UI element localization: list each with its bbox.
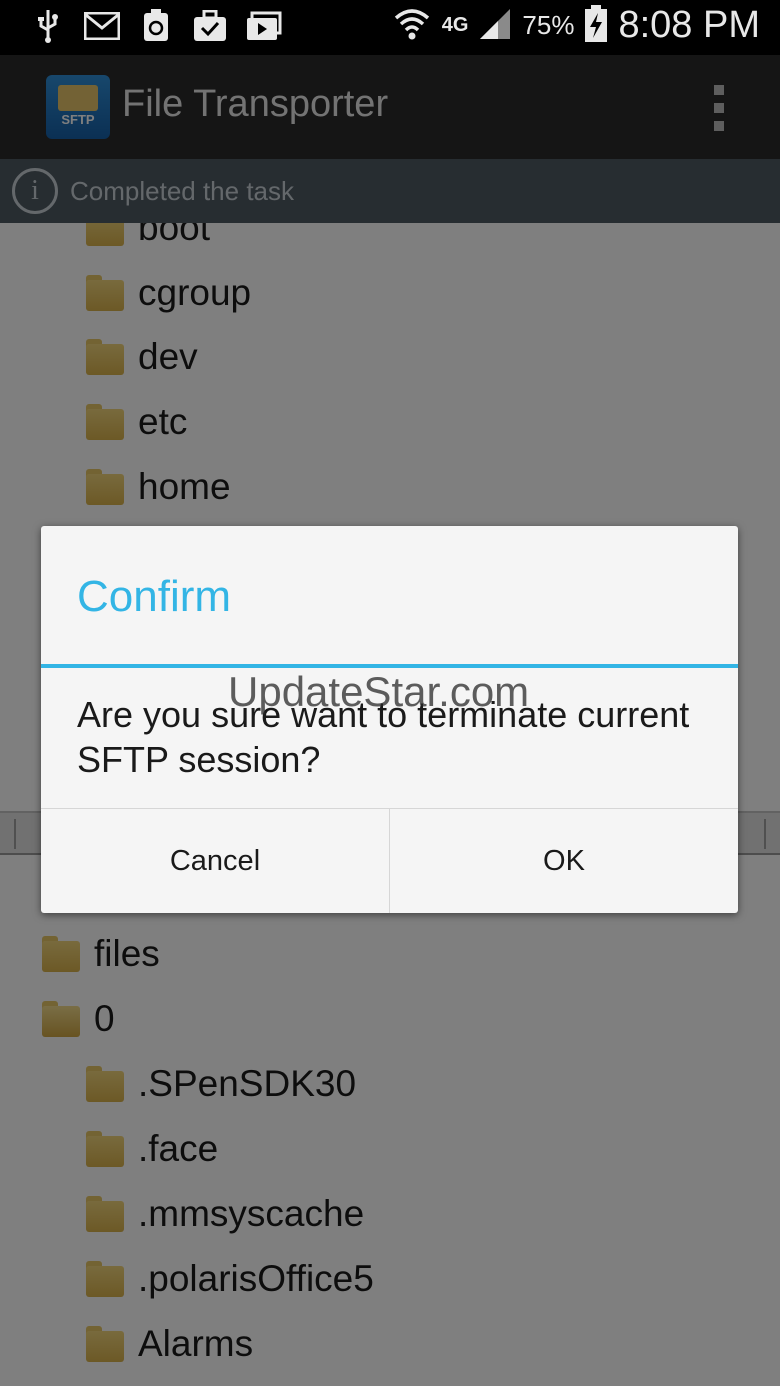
gmail-icon [84,8,120,44]
dialog-message: Are you sure want to terminate current S… [77,694,690,780]
battery-charging-icon [584,4,608,47]
battery-percent: 75% [522,10,575,40]
network-type: 4G [441,14,469,36]
wifi-icon [392,6,432,46]
clock: 8:08 PM [618,4,760,46]
dialog-divider [41,664,738,668]
confirm-dialog: Confirm Are you sure want to terminate c… [41,526,738,913]
status-bar: 4G 75% 8:08 PM [0,0,780,55]
signal-icon [478,7,512,45]
ok-button[interactable]: OK [389,809,738,913]
notification-icons [30,8,282,44]
system-status: 4G 75% 8:08 PM [392,4,760,47]
briefcase-check-icon [192,8,228,44]
media-icon [246,8,282,44]
dialog-title: Confirm [77,572,232,621]
dialog-button-bar: Cancel OK [41,808,738,913]
usb-icon [30,8,66,44]
recycle-icon [138,8,174,44]
cancel-button[interactable]: Cancel [41,809,389,913]
